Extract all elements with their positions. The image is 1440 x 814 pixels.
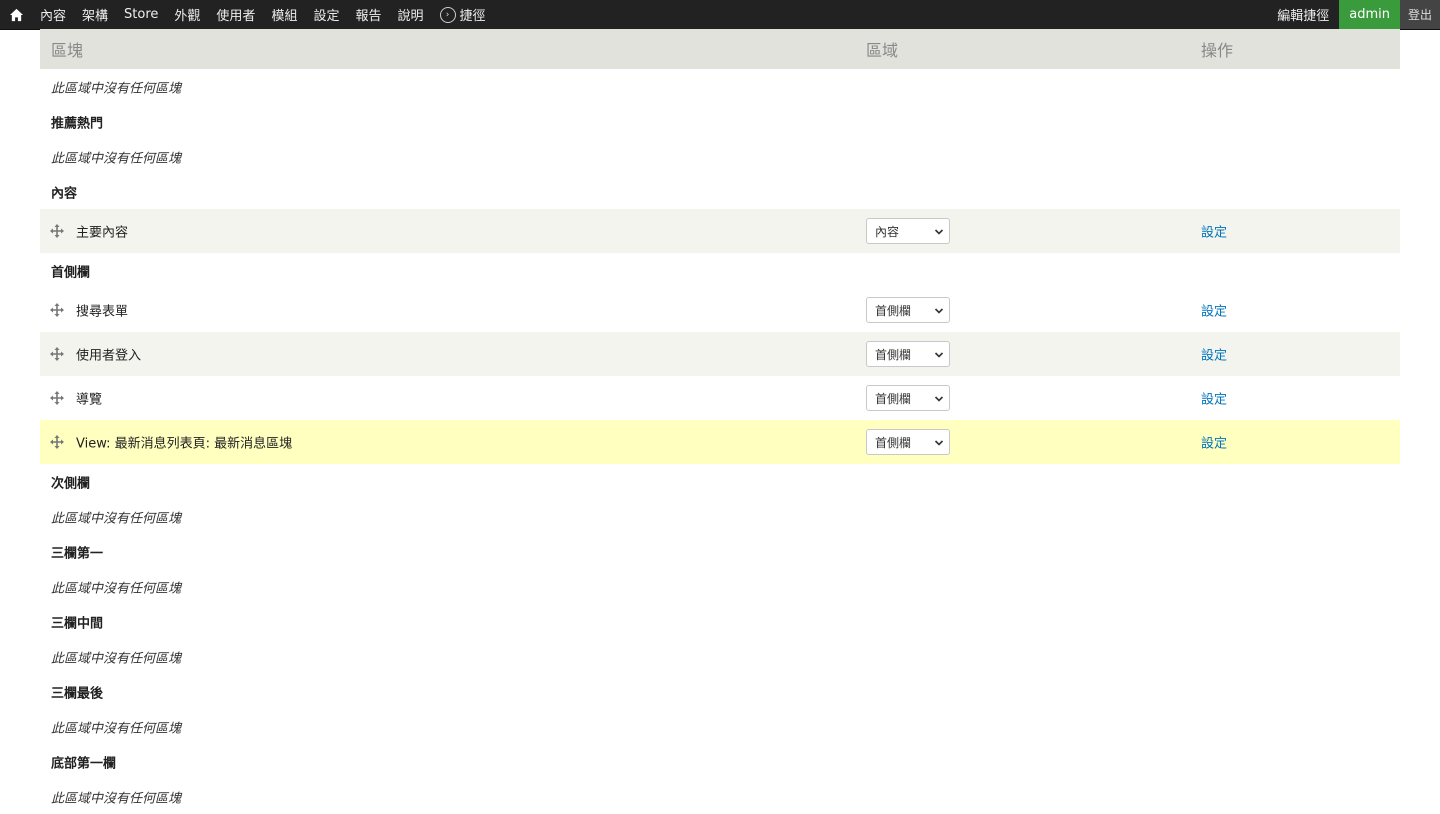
region-title: 推薦熱門 xyxy=(51,116,104,131)
toolbar-menu-help[interactable]: 說明 xyxy=(389,5,431,24)
chevron-down-icon xyxy=(934,305,944,315)
region-select[interactable]: 首側欄 xyxy=(866,429,950,455)
toolbar-menu-structure[interactable]: 架構 xyxy=(74,5,116,24)
edit-shortcuts-link[interactable]: 編輯捷徑 xyxy=(1267,5,1339,24)
table-header: 區塊 區域 操作 xyxy=(40,29,1400,69)
logout-link[interactable]: 登出 xyxy=(1399,0,1440,29)
drag-handle-icon[interactable] xyxy=(50,303,64,317)
drag-handle-icon[interactable] xyxy=(50,224,64,238)
region-title-row: 首側欄 xyxy=(40,253,1400,288)
blocks-table: 區塊 區域 操作 此區域中沒有任何區塊 推薦熱門 此區域中沒有任何區塊 內容 主要內容內… xyxy=(40,29,1400,814)
empty-region-row: 此區域中沒有任何區塊 xyxy=(40,639,1400,674)
block-row: 搜尋表單 首側欄 設定 xyxy=(40,288,1400,332)
empty-region-message: 此區域中沒有任何區塊 xyxy=(51,651,182,666)
drag-handle-icon[interactable] xyxy=(50,347,64,361)
region-select[interactable]: 首側欄 xyxy=(866,385,950,411)
block-row: 主要內容 內容 設定 xyxy=(40,209,1400,253)
configure-link[interactable]: 設定 xyxy=(1201,222,1227,241)
toolbar-menu-appearance[interactable]: 外觀 xyxy=(166,5,208,24)
block-name: View: 最新消息列表頁: 最新消息區塊 xyxy=(76,436,293,452)
block-name: 搜尋表單 xyxy=(76,304,129,320)
home-icon[interactable] xyxy=(0,0,32,29)
region-title-row: 內容 xyxy=(40,174,1400,209)
empty-region-row: 此區域中沒有任何區塊 xyxy=(40,69,1400,104)
block-row: View: 最新消息列表頁: 最新消息區塊 首側欄 設定 xyxy=(40,420,1400,464)
region-title: 底部第一欄 xyxy=(51,756,117,771)
configure-link[interactable]: 設定 xyxy=(1201,433,1227,452)
region-title-row: 次側欄 xyxy=(40,464,1400,499)
block-row: 使用者登入 首側欄 設定 xyxy=(40,332,1400,376)
toolbar-menu-content[interactable]: 內容 xyxy=(32,5,74,24)
toolbar-menu-store[interactable]: Store xyxy=(116,7,166,22)
chevron-down-icon xyxy=(934,437,944,447)
region-title: 首側欄 xyxy=(51,265,91,280)
region-title-row: 底部第一欄 xyxy=(40,744,1400,779)
drag-handle-icon[interactable] xyxy=(50,391,64,405)
region-select-value: 首側欄 xyxy=(875,435,912,450)
region-title: 內容 xyxy=(51,186,78,201)
empty-region-row: 此區域中沒有任何區塊 xyxy=(40,569,1400,604)
drag-handle-icon[interactable] xyxy=(50,435,64,449)
toolbar-menu-people[interactable]: 使用者 xyxy=(208,5,263,24)
chevron-down-icon xyxy=(934,393,944,403)
toolbar-right: 編輯捷徑 admin 登出 xyxy=(1267,0,1440,29)
chevron-down-icon xyxy=(934,349,944,359)
toolbar-menu-reports[interactable]: 報告 xyxy=(347,5,389,24)
empty-region-message: 此區域中沒有任何區塊 xyxy=(51,81,182,96)
chevron-down-icon xyxy=(934,226,944,236)
empty-region-message: 此區域中沒有任何區塊 xyxy=(51,511,182,526)
empty-region-message: 此區域中沒有任何區塊 xyxy=(51,581,182,596)
region-title-row: 推薦熱門 xyxy=(40,104,1400,139)
empty-region-row: 此區域中沒有任何區塊 xyxy=(40,779,1400,814)
region-title: 三欄中間 xyxy=(51,616,104,631)
chevron-right-circle-icon: › xyxy=(439,6,456,23)
region-title-row: 三欄第一 xyxy=(40,534,1400,569)
empty-region-row: 此區域中沒有任何區塊 xyxy=(40,709,1400,744)
region-select-value: 內容 xyxy=(875,224,900,239)
region-title-row: 三欄最後 xyxy=(40,674,1400,709)
toolbar-menu-modules[interactable]: 模組 xyxy=(263,5,305,24)
header-region: 區域 xyxy=(866,41,899,60)
region-title: 次側欄 xyxy=(51,476,91,491)
region-select-value: 首側欄 xyxy=(875,391,912,406)
toolbar-menu-configuration[interactable]: 設定 xyxy=(305,5,347,24)
configure-link[interactable]: 設定 xyxy=(1201,389,1227,408)
region-select-value: 首側欄 xyxy=(875,303,912,318)
table-body: 此區域中沒有任何區塊 推薦熱門 此區域中沒有任何區塊 內容 主要內容 內容 設定 首側欄 搜尋表… xyxy=(40,69,1400,814)
block-name: 主要內容 xyxy=(76,225,129,241)
empty-region-row: 此區域中沒有任何區塊 xyxy=(40,499,1400,534)
region-title: 三欄第一 xyxy=(51,546,104,561)
configure-link[interactable]: 設定 xyxy=(1201,301,1227,320)
configure-link[interactable]: 設定 xyxy=(1201,345,1227,364)
admin-toolbar: 內容 架構 Store 外觀 使用者 模組 設定 報告 說明 › 捷徑 編輯捷徑… xyxy=(0,0,1440,30)
shortcuts-toggle[interactable]: › 捷徑 xyxy=(432,5,494,24)
region-select[interactable]: 首側欄 xyxy=(866,297,950,323)
header-operations: 操作 xyxy=(1201,41,1234,60)
region-title: 三欄最後 xyxy=(51,686,104,701)
toolbar-left: 內容 架構 Store 外觀 使用者 模組 設定 報告 說明 › 捷徑 xyxy=(0,0,494,29)
empty-region-message: 此區域中沒有任何區塊 xyxy=(51,151,182,166)
region-select[interactable]: 內容 xyxy=(866,218,950,244)
empty-region-message: 此區域中沒有任何區塊 xyxy=(51,721,182,736)
region-title-row: 三欄中間 xyxy=(40,604,1400,639)
block-name: 導覽 xyxy=(76,392,103,408)
header-block: 區塊 xyxy=(51,41,84,60)
shortcuts-label: 捷徑 xyxy=(459,9,486,24)
block-row: 導覽 首側欄 設定 xyxy=(40,376,1400,420)
region-select-value: 首側欄 xyxy=(875,347,912,362)
region-select[interactable]: 首側欄 xyxy=(866,341,950,367)
user-account-link[interactable]: admin xyxy=(1339,0,1400,29)
empty-region-message: 此區域中沒有任何區塊 xyxy=(51,791,182,806)
block-name: 使用者登入 xyxy=(76,348,142,364)
empty-region-row: 此區域中沒有任何區塊 xyxy=(40,139,1400,174)
